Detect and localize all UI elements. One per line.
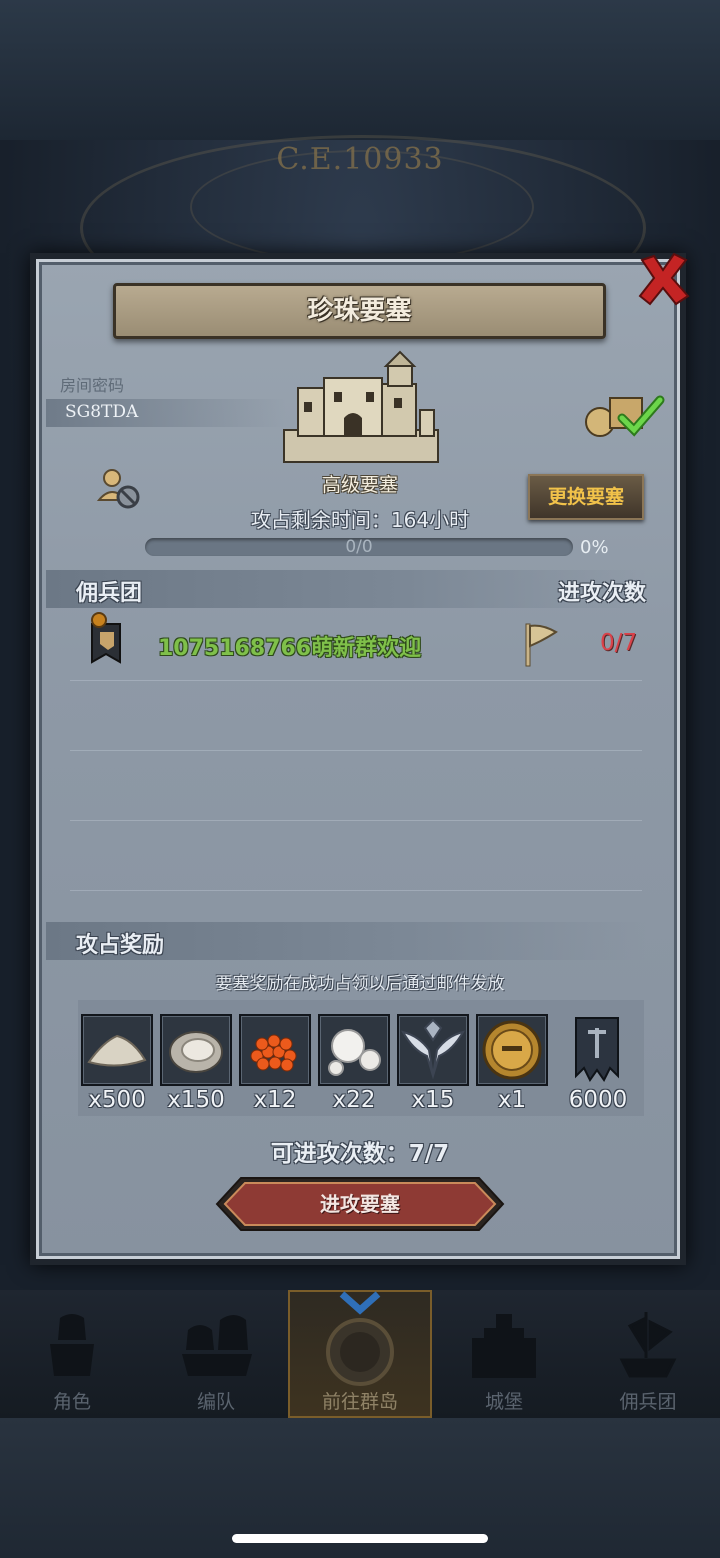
era-text: C.E.10933 bbox=[276, 142, 444, 177]
nav-label: 前往群岛 bbox=[321, 1391, 398, 1413]
guild-banner-icon[interactable] bbox=[572, 1014, 622, 1086]
winged-emblem-icon bbox=[401, 1018, 465, 1080]
attack-count-column-title: 进攻次数 bbox=[557, 581, 646, 606]
reward-item[interactable] bbox=[81, 1014, 153, 1086]
nav-label: 角色 bbox=[52, 1391, 91, 1413]
dialog-title: 珍珠要塞 bbox=[307, 296, 412, 326]
room-code-label: 房间密码 bbox=[60, 376, 125, 395]
reward-item[interactable] bbox=[318, 1014, 390, 1086]
oyster-icon bbox=[169, 1031, 223, 1073]
nav-castle[interactable]: 城堡 bbox=[432, 1290, 576, 1418]
reward-item[interactable] bbox=[160, 1014, 232, 1086]
reward-qty: x22 bbox=[332, 1087, 376, 1113]
attack-flag-icon[interactable] bbox=[522, 622, 560, 668]
empty-guild-row bbox=[70, 752, 642, 821]
attack-fortress-label[interactable]: 进攻要塞 bbox=[215, 1176, 505, 1232]
reward-item[interactable] bbox=[476, 1014, 548, 1086]
compass-icon bbox=[326, 1291, 394, 1386]
top-status-band bbox=[0, 0, 720, 140]
nav-mercenary[interactable]: 佣兵团 bbox=[576, 1290, 720, 1418]
progress-text: 0/0 bbox=[345, 537, 373, 557]
nav-label: 佣兵团 bbox=[619, 1391, 677, 1413]
formation-icon bbox=[182, 1315, 252, 1376]
time-label: 攻占剩余时间： bbox=[250, 508, 391, 532]
empty-guild-row bbox=[70, 822, 642, 891]
nav-formation[interactable]: 编队 bbox=[144, 1290, 288, 1418]
room-code: SG8TDA bbox=[65, 402, 139, 422]
reward-item[interactable] bbox=[397, 1014, 469, 1086]
castle-icon bbox=[472, 1314, 536, 1378]
progress-percent: 0% bbox=[580, 537, 609, 558]
knight-icon bbox=[50, 1314, 94, 1376]
empty-guild-row bbox=[70, 682, 642, 751]
reward-qty: x150 bbox=[167, 1087, 225, 1113]
reward-qty: x1 bbox=[497, 1087, 527, 1113]
reward-item[interactable] bbox=[239, 1014, 311, 1086]
guild-name: 1075168766萌新群欢迎 bbox=[158, 636, 422, 661]
remaining-attacks: 可进攻次数：7/7 bbox=[270, 1141, 450, 1167]
nav-label: 城堡 bbox=[484, 1391, 523, 1413]
guild-emblem-icon bbox=[91, 612, 121, 664]
knight-helmet-coin-icon bbox=[482, 1020, 542, 1080]
reward-qty: x500 bbox=[88, 1087, 146, 1113]
rewards-note: 要塞奖励在成功占领以后通过邮件发放 bbox=[215, 974, 505, 994]
supplies-ready-icon[interactable] bbox=[584, 392, 666, 440]
rewards-section-title: 攻占奖励 bbox=[76, 933, 165, 958]
mercenary-section-title: 佣兵团 bbox=[76, 581, 143, 606]
reward-qty: 6000 bbox=[568, 1087, 628, 1113]
home-indicator[interactable] bbox=[232, 1534, 488, 1543]
attack-count: 0/7 bbox=[600, 630, 638, 656]
mercenary-ship-icon bbox=[619, 1312, 677, 1378]
reward-qty: x15 bbox=[411, 1087, 455, 1113]
reward-qty: x12 bbox=[253, 1087, 297, 1113]
pearls-icon bbox=[328, 1029, 381, 1076]
time-value: 164小时 bbox=[390, 508, 470, 532]
close-icon[interactable] bbox=[634, 250, 692, 308]
nav-islands[interactable]: 前往群岛 bbox=[288, 1290, 432, 1418]
nav-character[interactable]: 角色 bbox=[0, 1290, 144, 1418]
change-fortress-button[interactable]: 更换要塞 bbox=[528, 474, 644, 520]
fish-roe-icon bbox=[250, 1034, 297, 1072]
nav-label: 编队 bbox=[196, 1391, 235, 1413]
fortress-castle-image bbox=[283, 350, 439, 463]
sand-pile-icon bbox=[87, 1034, 147, 1067]
